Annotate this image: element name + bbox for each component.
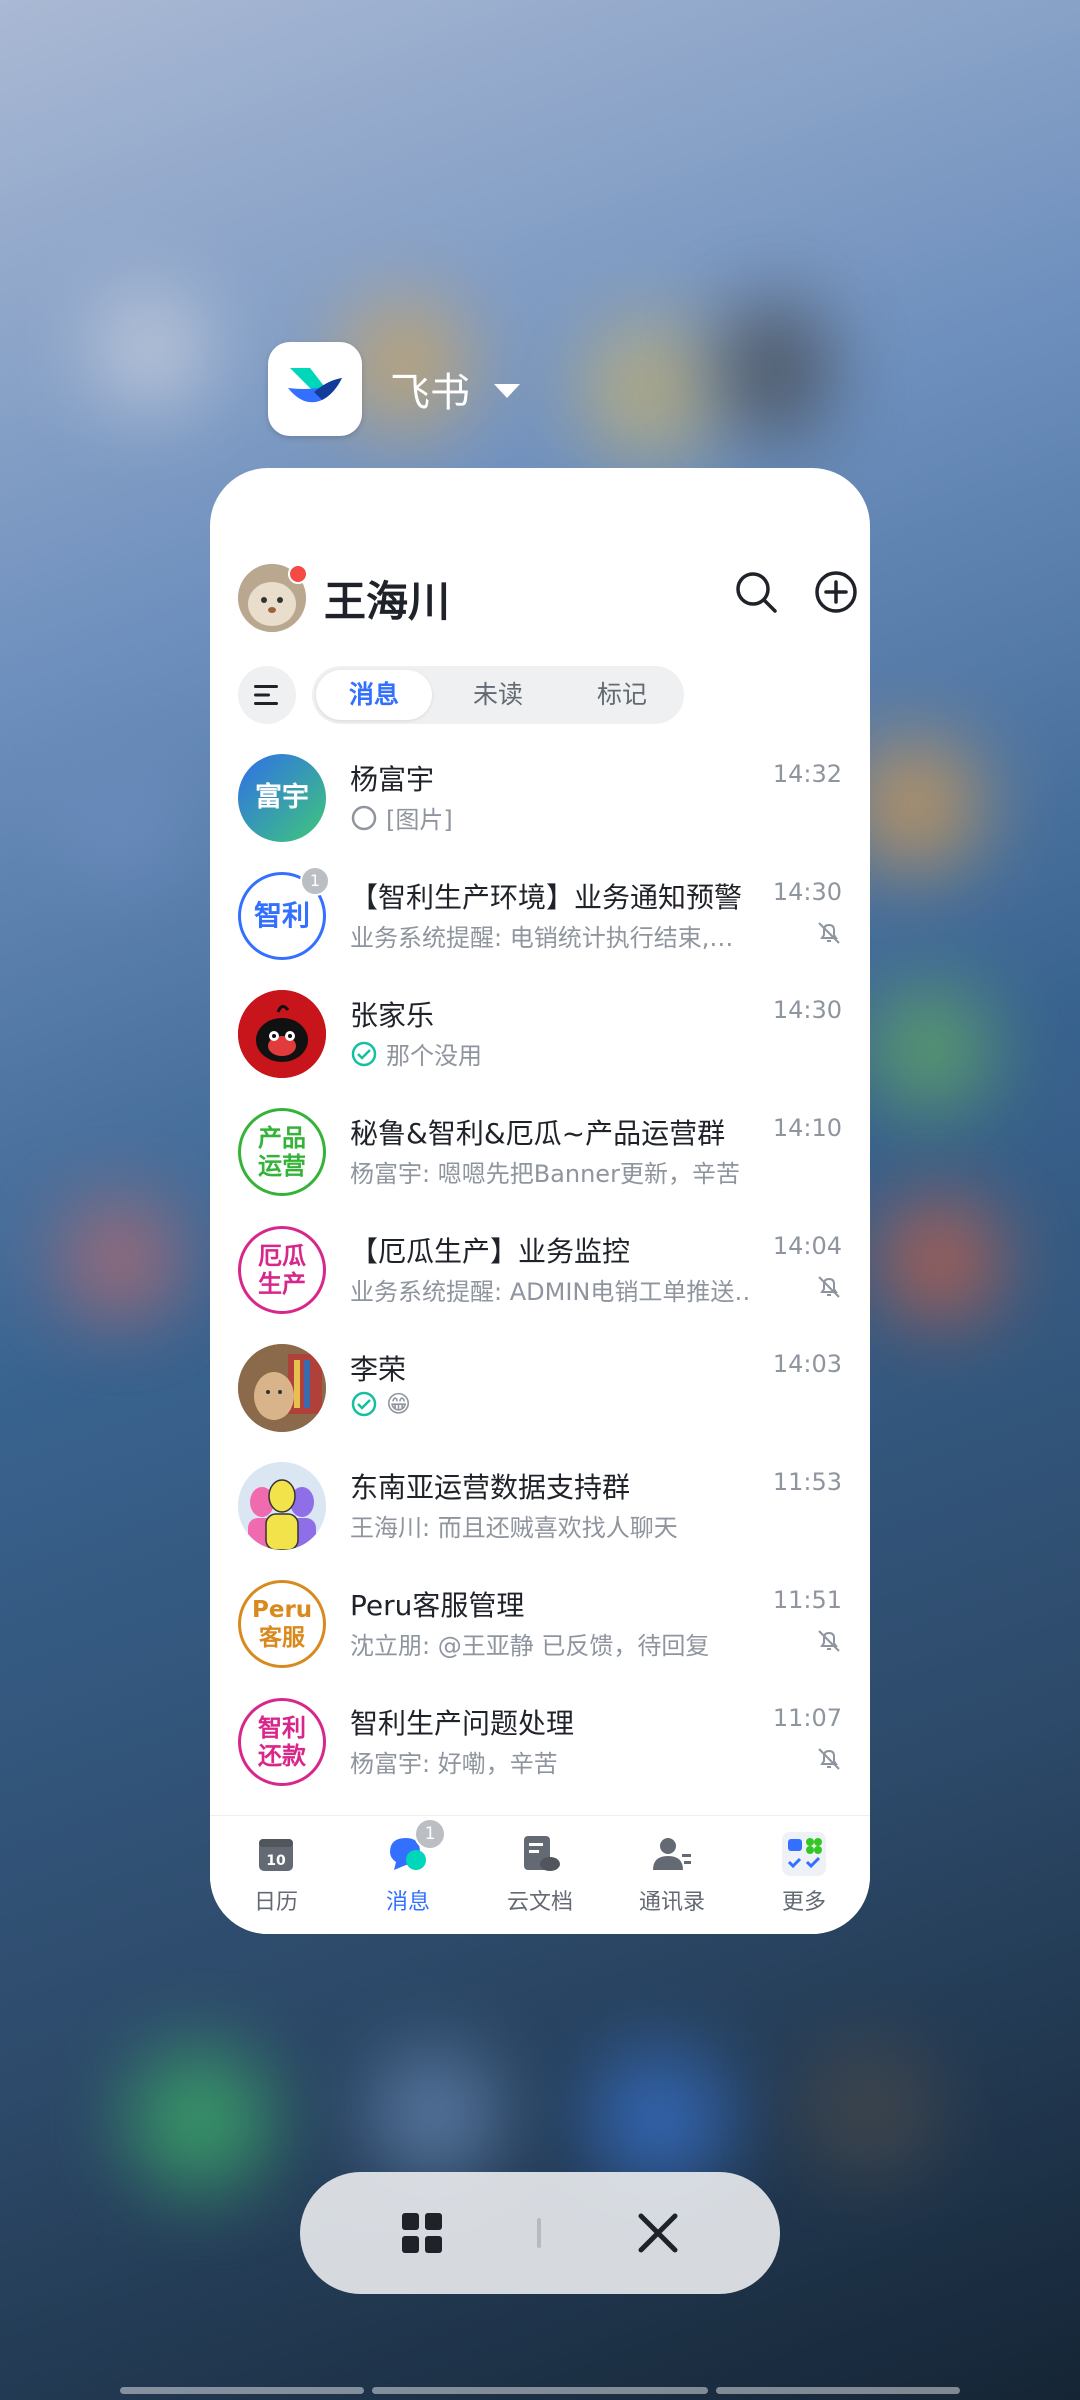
- nav-handle-right: [716, 2387, 960, 2394]
- app-name: 飞书: [390, 370, 470, 416]
- divider: [537, 2218, 541, 2248]
- add-circle-icon[interactable]: [814, 570, 858, 614]
- chat-row[interactable]: Peru 客服 Peru客服管理 沈立朋: @王亚静 已反馈，待回复 11:51: [210, 1566, 870, 1684]
- chat-time: 14:03: [772, 1350, 842, 1378]
- tab-unread[interactable]: 未读: [440, 670, 556, 720]
- close-icon[interactable]: [636, 2211, 680, 2255]
- chat-preview: 沈立朋: @王亚静 已反馈，待回复: [350, 1632, 710, 1660]
- chat-title: 杨富宇: [350, 763, 435, 796]
- recents-controls: [300, 2172, 780, 2294]
- chat-time: 11:07: [772, 1704, 842, 1732]
- svg-text:10: 10: [266, 1853, 286, 1869]
- tab-label: 云文档: [506, 1890, 573, 1915]
- chat-row[interactable]: 张家乐 那个没用 14:30: [210, 976, 870, 1094]
- tab-messages[interactable]: 消息: [316, 670, 432, 720]
- filter-button[interactable]: [238, 666, 296, 724]
- chat-preview: 业务系统提醒: 电销统计执行结束,…: [350, 924, 734, 952]
- nav-handle-center[interactable]: [372, 2387, 708, 2394]
- chat-row[interactable]: 厄瓜 生产 【厄瓜生产】业务监控 业务系统提醒: ADMIN电销工单推送… 14…: [210, 1212, 870, 1330]
- docs-icon: [524, 1836, 560, 1871]
- tab-contacts[interactable]: 通讯录: [622, 1832, 722, 1916]
- read-check-icon: [351, 1041, 377, 1066]
- chat-avatar: Peru 客服: [238, 1580, 326, 1668]
- chat-preview: 王海川: 而且还贼喜欢找人聊天: [350, 1514, 678, 1542]
- filter-lines-icon: [254, 685, 278, 705]
- segmented-tabs: 消息 未读 标记: [312, 666, 684, 724]
- chat-row[interactable]: 富宇 杨富宇 [图片] 14:32: [210, 740, 870, 858]
- group-people-icon: [238, 1462, 326, 1550]
- chat-preview: [图片]: [386, 806, 453, 834]
- chat-title: 秘鲁&智利&厄瓜~产品运营群: [350, 1117, 726, 1150]
- contacts-icon: [653, 1838, 691, 1870]
- mute-bell-icon: [818, 922, 840, 944]
- chat-preview: 杨富宇: 嗯嗯先把Banner更新，辛苦: [350, 1160, 740, 1188]
- read-check-icon: [351, 1391, 377, 1417]
- chat-preview: 杨富宇: 好嘞，辛苦: [350, 1750, 558, 1778]
- tab-calendar[interactable]: 10 日历: [226, 1832, 326, 1916]
- chat-time: 11:53: [772, 1468, 842, 1496]
- chat-title: Peru客服管理: [350, 1589, 525, 1622]
- mute-bell-icon: [818, 1276, 840, 1298]
- chat-title: 【智利生产环境】业务通知预警: [350, 881, 743, 914]
- chat-avatar: [238, 1462, 326, 1550]
- bottom-tab-bar: 10 日历 1 消息 云文档 通讯录 更多: [210, 1815, 870, 1934]
- caret-down-icon[interactable]: [494, 384, 520, 398]
- chat-avatar: [238, 990, 326, 1078]
- recent-app-header[interactable]: 飞书: [268, 342, 520, 436]
- tab-messages-nav[interactable]: 1 消息: [358, 1818, 458, 1916]
- photo-avatar-icon: [238, 1344, 326, 1432]
- tab-more[interactable]: 更多: [754, 1832, 854, 1916]
- chat-avatar: 厄瓜 生产: [238, 1226, 326, 1314]
- chat-header: 王海川: [238, 564, 857, 634]
- chat-title: 【厄瓜生产】业务监控: [350, 1235, 631, 1268]
- tab-label: 更多: [781, 1890, 826, 1915]
- split-screen-grid-icon[interactable]: [400, 2211, 444, 2255]
- chat-title: 东南亚运营数据支持群: [350, 1471, 631, 1504]
- sending-status-icon: [351, 805, 377, 830]
- unread-badge: 1: [300, 866, 330, 896]
- chat-row[interactable]: 智利 还款 智利生产问题处理 杨富宇: 好嘞，辛苦 11:07: [210, 1684, 870, 1802]
- chat-preview: 业务系统提醒: ADMIN电销工单推送…: [350, 1278, 750, 1306]
- mute-bell-icon: [818, 1748, 840, 1770]
- chat-row[interactable]: 李荣 😁 14:03: [210, 1330, 870, 1448]
- tab-label: 通讯录: [638, 1890, 705, 1915]
- chat-avatar: 产品 运营: [238, 1108, 326, 1196]
- chat-title: 张家乐: [350, 999, 435, 1032]
- chat-time: 14:10: [772, 1114, 842, 1142]
- app-preview-card[interactable]: 王海川 消息 未读 标记 富宇 杨富宇 [图片] 14:32 智利 1 【智利生…: [210, 468, 870, 1934]
- chat-preview: 那个没用: [386, 1042, 482, 1070]
- chat-time: 14:04: [772, 1232, 842, 1260]
- feishu-logo-icon: [268, 342, 362, 436]
- chat-time: 14:30: [772, 996, 842, 1024]
- mute-bell-icon: [818, 1630, 840, 1652]
- chat-avatar: [238, 1344, 326, 1432]
- chat-time: 11:51: [772, 1586, 842, 1614]
- chat-avatar: 智利 还款: [238, 1698, 326, 1786]
- apps-icon: [782, 1832, 826, 1876]
- tab-docs[interactable]: 云文档: [490, 1832, 590, 1916]
- user-name: 王海川: [324, 577, 451, 626]
- nav-handle-left: [120, 2387, 364, 2394]
- tab-marked[interactable]: 标记: [564, 670, 680, 720]
- tab-badge: 1: [414, 1818, 446, 1850]
- tab-label: 日历: [253, 1890, 298, 1915]
- search-icon[interactable]: [734, 570, 778, 614]
- penguin-avatar-icon: [238, 990, 326, 1078]
- chat-time: 14:30: [772, 878, 842, 906]
- chat-preview: 😁: [386, 1390, 412, 1418]
- filter-tabs-row: 消息 未读 标记: [238, 666, 842, 724]
- chat-row[interactable]: 产品 运营 秘鲁&智利&厄瓜~产品运营群 杨富宇: 嗯嗯先把Banner更新，辛…: [210, 1094, 870, 1212]
- calendar-icon: 10: [259, 1839, 293, 1871]
- chat-row[interactable]: 智利 1 【智利生产环境】业务通知预警 业务系统提醒: 电销统计执行结束,… 1…: [210, 858, 870, 976]
- notification-dot: [288, 564, 308, 584]
- chat-time: 14:32: [772, 760, 842, 788]
- chat-title: 李荣: [350, 1353, 407, 1386]
- chat-avatar: 富宇: [238, 754, 326, 842]
- tab-label: 消息: [385, 1890, 430, 1915]
- chat-row[interactable]: 东南亚运营数据支持群 王海川: 而且还贼喜欢找人聊天 11:53: [210, 1448, 870, 1566]
- chat-title: 智利生产问题处理: [350, 1707, 575, 1740]
